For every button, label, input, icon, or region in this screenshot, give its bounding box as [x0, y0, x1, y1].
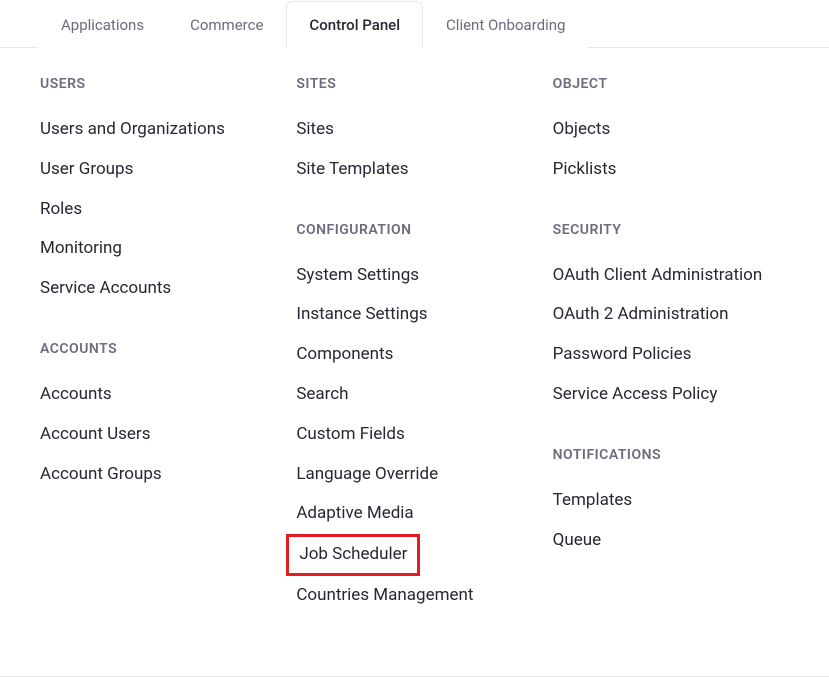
section-header-users: USERS — [40, 76, 276, 92]
menu-item-users-and-organizations[interactable]: Users and Organizations — [40, 110, 276, 150]
menu-item-user-groups[interactable]: User Groups — [40, 150, 276, 190]
column-2: SITES Sites Site Templates CONFIGURATION… — [296, 76, 532, 648]
menu-item-picklists[interactable]: Picklists — [553, 150, 789, 190]
section-header-object: OBJECT — [553, 76, 789, 92]
tab-bar: Applications Commerce Control Panel Clie… — [0, 0, 829, 48]
menu-item-service-accounts[interactable]: Service Accounts — [40, 269, 276, 309]
section-header-security: SECURITY — [553, 222, 789, 238]
section-accounts: ACCOUNTS Accounts Account Users Account … — [40, 341, 276, 494]
menu-item-oauth-2-administration[interactable]: OAuth 2 Administration — [553, 295, 789, 335]
column-3: OBJECT Objects Picklists SECURITY OAuth … — [553, 76, 789, 648]
menu-item-site-templates[interactable]: Site Templates — [296, 150, 532, 190]
section-users: USERS Users and Organizations User Group… — [40, 76, 276, 309]
section-sites: SITES Sites Site Templates — [296, 76, 532, 190]
section-header-configuration: CONFIGURATION — [296, 222, 532, 238]
menu-item-instance-settings[interactable]: Instance Settings — [296, 295, 532, 335]
menu-item-sites[interactable]: Sites — [296, 110, 532, 150]
section-notifications: NOTIFICATIONS Templates Queue — [553, 447, 789, 561]
menu-item-account-groups[interactable]: Account Groups — [40, 455, 276, 495]
menu-item-roles[interactable]: Roles — [40, 190, 276, 230]
section-object: OBJECT Objects Picklists — [553, 76, 789, 190]
menu-item-language-override[interactable]: Language Override — [296, 455, 532, 495]
tab-commerce[interactable]: Commerce — [167, 1, 286, 48]
section-header-accounts: ACCOUNTS — [40, 341, 276, 357]
menu-item-system-settings[interactable]: System Settings — [296, 256, 532, 296]
section-header-sites: SITES — [296, 76, 532, 92]
menu-item-custom-fields[interactable]: Custom Fields — [296, 415, 532, 455]
section-configuration: CONFIGURATION System Settings Instance S… — [296, 222, 532, 616]
tab-control-panel[interactable]: Control Panel — [286, 1, 423, 48]
menu-item-service-access-policy[interactable]: Service Access Policy — [553, 375, 789, 415]
menu-item-accounts[interactable]: Accounts — [40, 375, 276, 415]
column-1: USERS Users and Organizations User Group… — [40, 76, 276, 648]
menu-item-monitoring[interactable]: Monitoring — [40, 229, 276, 269]
tab-client-onboarding[interactable]: Client Onboarding — [423, 1, 588, 48]
menu-item-oauth-client-administration[interactable]: OAuth Client Administration — [553, 256, 789, 296]
menu-item-components[interactable]: Components — [296, 335, 532, 375]
menu-item-countries-management[interactable]: Countries Management — [296, 576, 532, 616]
tab-applications[interactable]: Applications — [38, 1, 167, 48]
menu-item-adaptive-media[interactable]: Adaptive Media — [296, 494, 532, 534]
menu-item-queue[interactable]: Queue — [553, 521, 789, 561]
section-header-notifications: NOTIFICATIONS — [553, 447, 789, 463]
menu-item-templates[interactable]: Templates — [553, 481, 789, 521]
menu-item-account-users[interactable]: Account Users — [40, 415, 276, 455]
menu-item-job-scheduler[interactable]: Job Scheduler — [286, 534, 420, 576]
section-security: SECURITY OAuth Client Administration OAu… — [553, 222, 789, 415]
menu-item-objects[interactable]: Objects — [553, 110, 789, 150]
menu-item-password-policies[interactable]: Password Policies — [553, 335, 789, 375]
control-panel-menu: USERS Users and Organizations User Group… — [0, 48, 829, 677]
menu-item-search[interactable]: Search — [296, 375, 532, 415]
